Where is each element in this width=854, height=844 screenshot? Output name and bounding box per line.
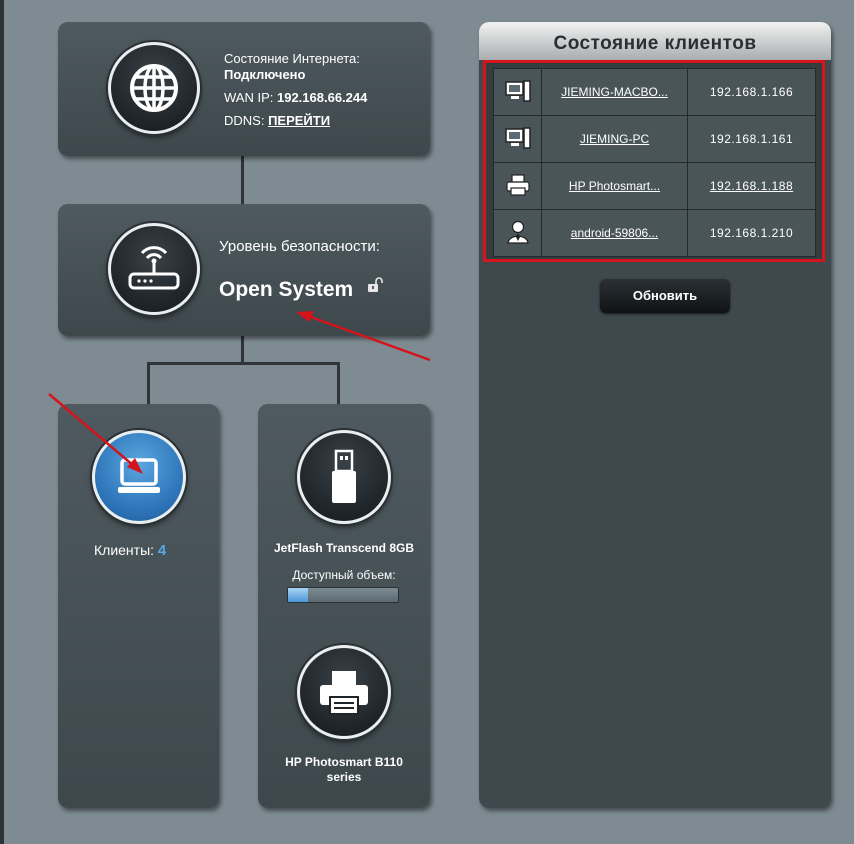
annotation-arrows [48,311,431,474]
arrow-to-security [307,314,431,362]
arrow-to-clients [48,393,135,467]
arrow-head-security [296,311,314,322]
arrow-head-clients [127,458,143,474]
